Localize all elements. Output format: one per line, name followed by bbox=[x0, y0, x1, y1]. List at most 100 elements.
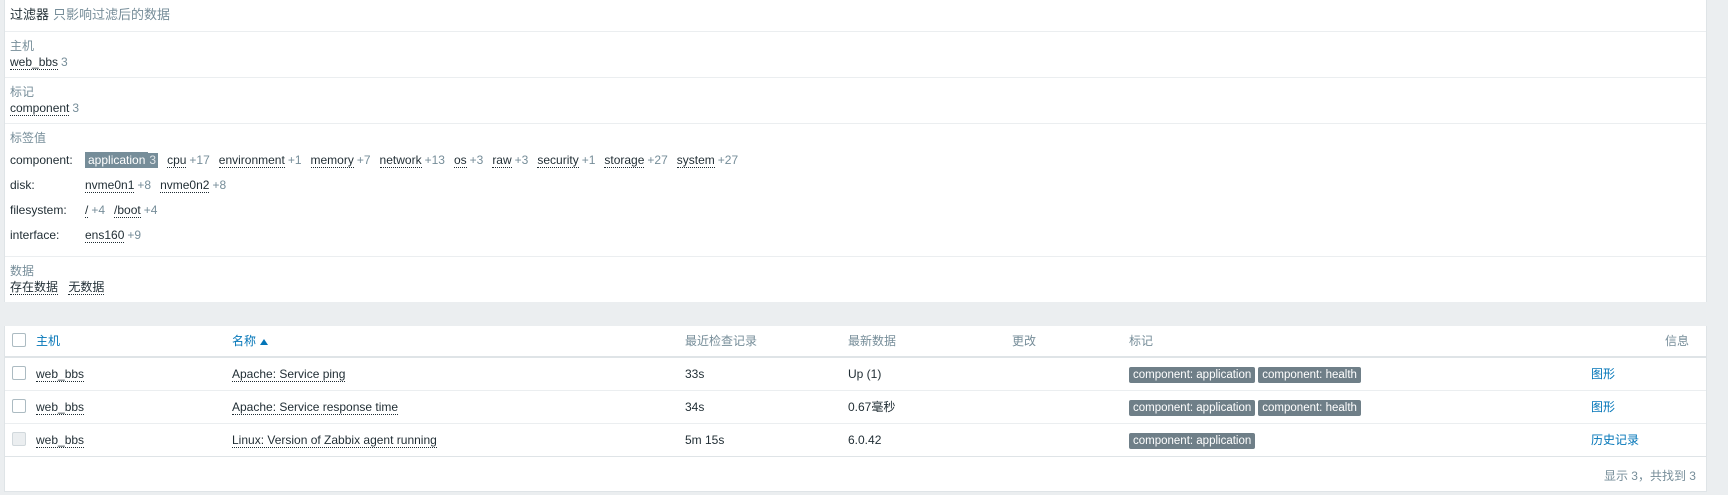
tag-value-link[interactable]: environment bbox=[218, 153, 285, 168]
tag-value-count: 3 bbox=[149, 153, 157, 167]
tag-value-link[interactable]: application bbox=[85, 152, 149, 168]
row-checkbox[interactable] bbox=[12, 366, 26, 380]
filter-data-section: 数据 存在数据 无数据 bbox=[5, 257, 1706, 302]
tag-value-count: +4 bbox=[91, 203, 106, 217]
tag-value-count: +8 bbox=[212, 178, 227, 192]
header-name-label: 名称 bbox=[232, 334, 257, 348]
table-footer-summary: 显示 3，共找到 3 bbox=[1603, 469, 1696, 483]
filter-tag-link[interactable]: component bbox=[10, 101, 70, 116]
filter-title: 过滤器 bbox=[10, 7, 50, 22]
filter-tag-label: 标记 bbox=[10, 85, 35, 99]
filter-panel: 过滤器 只影响过滤后的数据 主机 web_bbs 3 标记 component 3 标… bbox=[4, 0, 1707, 302]
tag-value-link[interactable]: / bbox=[85, 203, 89, 218]
tag-value-item[interactable]: storage +27 bbox=[604, 148, 668, 173]
row-host-link[interactable]: web_bbs bbox=[36, 367, 85, 382]
row-graph-link[interactable]: 图形 bbox=[1591, 391, 1615, 423]
row-last-check: 5m 15s bbox=[685, 433, 725, 447]
row-host-link[interactable]: web_bbs bbox=[36, 400, 85, 415]
tag-value-count: +13 bbox=[424, 153, 445, 167]
row-tag[interactable]: component: application bbox=[1129, 367, 1256, 383]
tag-value-item[interactable]: environment +1 bbox=[218, 148, 302, 173]
header-host[interactable]: 主机 bbox=[36, 326, 60, 356]
tag-row-interface: interface: ens160 +9 bbox=[10, 223, 1706, 248]
tag-value-link[interactable]: system bbox=[676, 153, 715, 168]
tag-value-item[interactable]: raw +3 bbox=[492, 148, 528, 173]
tag-value-item[interactable]: ens160 +9 bbox=[85, 223, 141, 248]
row-tag[interactable]: component: health bbox=[1258, 367, 1361, 383]
table-header-row: 主机 名称 最近检查记录 最新数据 更改 标记 信息 bbox=[5, 326, 1706, 358]
filter-host-section: 主机 web_bbs 3 bbox=[5, 32, 1706, 78]
tag-value-count: +3 bbox=[469, 153, 484, 167]
filter-tag-values-label: 标签值 bbox=[10, 131, 47, 145]
header-tags: 标记 bbox=[1129, 334, 1154, 348]
tag-name: filesystem: bbox=[10, 203, 67, 217]
filter-tag-section: 标记 component 3 bbox=[5, 78, 1706, 124]
header-last-value: 最新数据 bbox=[848, 334, 897, 348]
filter-subtitle: 只影响过滤后的数据 bbox=[53, 7, 171, 22]
filter-data-without-data[interactable]: 无数据 bbox=[68, 280, 105, 295]
sort-asc-icon bbox=[260, 338, 269, 345]
tag-value-count: +27 bbox=[647, 153, 668, 167]
table-row: web_bbs Apache: Service response time 34… bbox=[5, 391, 1706, 424]
tag-value-item[interactable]: cpu +17 bbox=[167, 148, 210, 173]
row-history-link[interactable]: 历史记录 bbox=[1591, 424, 1639, 456]
row-name-link[interactable]: Apache: Service ping bbox=[232, 367, 346, 382]
row-checkbox[interactable] bbox=[12, 399, 26, 413]
tag-name: interface: bbox=[10, 228, 60, 242]
header-last-check: 最近检查记录 bbox=[685, 334, 758, 348]
tag-value-link[interactable]: security bbox=[537, 153, 579, 168]
tag-row-filesystem: filesystem: / +4 /boot +4 bbox=[10, 198, 1706, 223]
row-graph-link[interactable]: 图形 bbox=[1591, 358, 1615, 390]
row-name-link[interactable]: Apache: Service response time bbox=[232, 400, 399, 415]
row-tag[interactable]: component: application bbox=[1129, 400, 1256, 416]
row-tag[interactable]: component: health bbox=[1258, 400, 1361, 416]
tag-value-count: +8 bbox=[137, 178, 152, 192]
tag-value-count: +7 bbox=[356, 153, 371, 167]
row-host-link[interactable]: web_bbs bbox=[36, 433, 85, 448]
filter-data-with-data[interactable]: 存在数据 bbox=[10, 280, 59, 295]
tag-row-disk: disk: nvme0n1 +8 nvme0n2 +8 bbox=[10, 173, 1706, 198]
tag-value-link[interactable]: nvme0n2 bbox=[160, 178, 210, 193]
tag-value-item[interactable]: memory +7 bbox=[310, 148, 371, 173]
tag-value-link[interactable]: storage bbox=[604, 153, 645, 168]
tag-value-item[interactable]: nvme0n1 +8 bbox=[85, 173, 151, 198]
header-name[interactable]: 名称 bbox=[232, 326, 269, 356]
row-tag[interactable]: component: application bbox=[1129, 433, 1256, 449]
tag-value-count: +27 bbox=[717, 153, 739, 167]
filter-tag-count: 3 bbox=[72, 101, 80, 115]
tag-value-link[interactable]: os bbox=[453, 153, 467, 168]
tag-value-item[interactable]: nvme0n2 +8 bbox=[160, 173, 226, 198]
tag-value-item[interactable]: application 3 bbox=[85, 152, 159, 168]
tag-value-link[interactable]: nvme0n1 bbox=[85, 178, 135, 193]
tag-name: disk: bbox=[10, 178, 35, 192]
tag-value-link[interactable]: memory bbox=[310, 153, 354, 168]
filter-tag-values-section: 标签值 component: application 3 cpu +17 envir… bbox=[5, 124, 1706, 257]
header-change: 更改 bbox=[1012, 334, 1037, 348]
row-name-link[interactable]: Linux: Version of Zabbix agent running bbox=[232, 433, 437, 448]
table-row: web_bbs Apache: Service ping 33s Up (1) … bbox=[5, 358, 1706, 391]
filter-host-link[interactable]: web_bbs bbox=[10, 55, 59, 70]
tag-value-item[interactable]: security +1 bbox=[537, 148, 595, 173]
tag-value-link[interactable]: network bbox=[379, 153, 422, 168]
tag-value-item[interactable]: system +27 bbox=[676, 148, 739, 173]
tag-value-item[interactable]: /boot +4 bbox=[114, 198, 157, 223]
select-all-checkbox[interactable] bbox=[12, 333, 26, 347]
tag-value-item[interactable]: os +3 bbox=[453, 148, 484, 173]
tag-name: component: bbox=[10, 153, 73, 167]
filter-host-count: 3 bbox=[61, 55, 68, 69]
filter-header: 过滤器 只影响过滤后的数据 bbox=[5, 0, 1706, 32]
tag-value-link[interactable]: /boot bbox=[114, 203, 141, 218]
tag-value-link[interactable]: ens160 bbox=[85, 228, 125, 243]
filter-data-label: 数据 bbox=[10, 264, 35, 278]
tag-value-count: +1 bbox=[581, 153, 596, 167]
filter-host-label: 主机 bbox=[10, 39, 35, 53]
tag-value-item[interactable]: network +13 bbox=[379, 148, 445, 173]
tag-value-item[interactable]: / +4 bbox=[85, 198, 105, 223]
row-last-value: 0.67毫秒 bbox=[848, 400, 896, 414]
tag-value-link[interactable]: cpu bbox=[167, 153, 187, 168]
tag-value-count: +3 bbox=[514, 153, 529, 167]
tag-value-link[interactable]: raw bbox=[492, 153, 512, 168]
tag-value-count: +4 bbox=[143, 203, 158, 217]
row-last-value: 6.0.42 bbox=[848, 433, 882, 447]
tag-value-count: +17 bbox=[189, 153, 210, 167]
